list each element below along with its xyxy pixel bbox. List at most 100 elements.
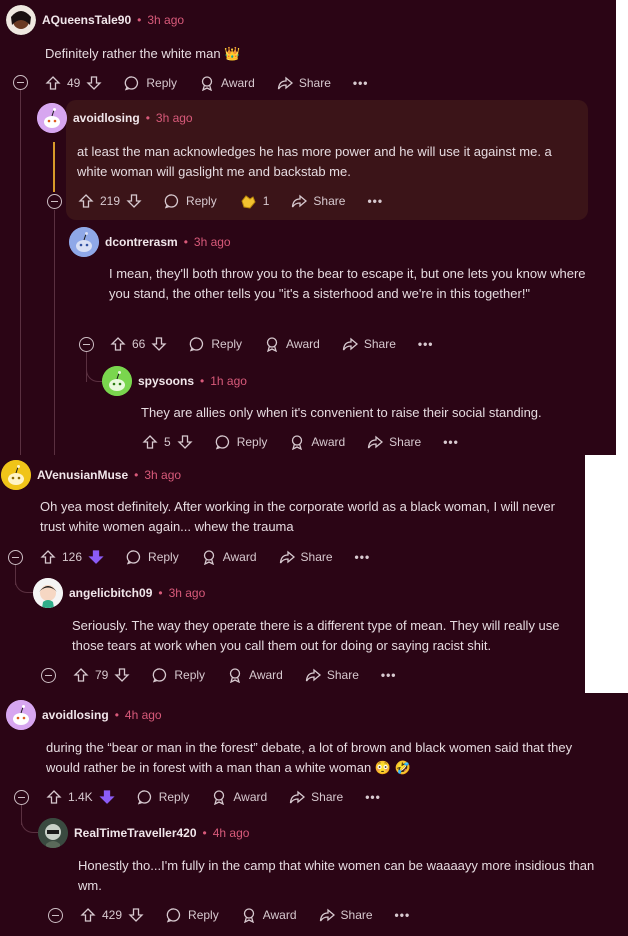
separator-dot: • <box>158 586 163 600</box>
username[interactable]: dcontrerasm <box>105 235 178 249</box>
share-button[interactable]: Share <box>277 75 331 91</box>
username[interactable]: RealTimeTraveller420 <box>74 826 197 840</box>
reply-button[interactable]: Reply <box>137 789 189 805</box>
share-button[interactable]: Share <box>279 549 333 565</box>
more-options-button[interactable]: ••• <box>365 790 381 804</box>
comment: AVenusianMuse • 3h ago Oh yea most defin… <box>1 460 581 537</box>
avatar[interactable] <box>37 103 67 133</box>
reply-button[interactable]: Reply <box>189 336 242 352</box>
more-options-button[interactable]: ••• <box>418 337 434 351</box>
share-button[interactable]: Share <box>291 193 345 209</box>
vote-count: 126 <box>62 550 83 564</box>
timestamp[interactable]: 3h ago <box>169 586 206 600</box>
username[interactable]: avoidlosing <box>73 111 140 125</box>
reply-icon <box>126 550 141 565</box>
timestamp[interactable]: 3h ago <box>147 13 184 27</box>
upvote-icon[interactable] <box>80 907 96 923</box>
share-icon <box>342 337 358 351</box>
reply-button[interactable]: Reply <box>124 75 177 91</box>
award-label: Award <box>249 668 283 682</box>
more-options-button[interactable]: ••• <box>355 550 371 564</box>
award-button[interactable]: Award <box>201 549 257 565</box>
award-button[interactable]: Award <box>227 667 283 683</box>
share-button[interactable]: Share <box>305 667 359 683</box>
avatar[interactable] <box>6 5 36 35</box>
comment: angelicbitch09 • 3h ago Seriously. The w… <box>33 578 583 656</box>
username[interactable]: AQueensTale90 <box>42 13 131 27</box>
downvote-icon-active[interactable] <box>99 789 115 805</box>
avatar[interactable] <box>69 227 99 257</box>
upvote-icon[interactable] <box>110 336 126 352</box>
downvote-icon[interactable] <box>86 75 102 91</box>
white-margin-top <box>616 0 628 455</box>
downvote-icon[interactable] <box>177 434 193 450</box>
username[interactable]: angelicbitch09 <box>69 586 152 600</box>
upvote-icon[interactable] <box>45 75 61 91</box>
avatar[interactable] <box>33 578 63 608</box>
share-label: Share <box>300 550 333 564</box>
share-button[interactable]: Share <box>319 907 373 923</box>
upvote-icon[interactable] <box>40 549 56 565</box>
award-button[interactable]: Award <box>264 336 320 352</box>
timestamp[interactable]: 4h ago <box>125 708 162 722</box>
collapse-button[interactable] <box>48 908 63 923</box>
username[interactable]: avoidlosing <box>42 708 109 722</box>
collapse-button[interactable] <box>47 194 62 209</box>
reply-button[interactable]: Reply <box>215 434 268 450</box>
more-options-button[interactable]: ••• <box>381 668 397 682</box>
vote-count: 5 <box>164 435 171 449</box>
reply-label: Reply <box>236 435 268 449</box>
collapse-button[interactable] <box>79 337 94 352</box>
downvote-icon[interactable] <box>114 667 130 683</box>
award-button[interactable]: Award <box>241 907 297 923</box>
username[interactable]: AVenusianMuse <box>37 468 128 482</box>
more-options-button[interactable]: ••• <box>395 908 411 922</box>
upvote-icon[interactable] <box>142 434 158 450</box>
reply-button[interactable]: Reply <box>164 193 217 209</box>
timestamp[interactable]: 3h ago <box>144 468 181 482</box>
award-label: Award <box>222 550 257 564</box>
downvote-icon[interactable] <box>151 336 167 352</box>
award-button[interactable]: Award <box>199 75 255 91</box>
award-button[interactable]: Award <box>289 434 345 450</box>
award-label: Award <box>221 76 255 90</box>
upvote-icon[interactable] <box>73 667 89 683</box>
comment-actions: 219 Reply 1 Share ••• <box>78 188 405 214</box>
award-button[interactable]: 1 <box>239 193 269 209</box>
timestamp[interactable]: 1h ago <box>210 374 247 388</box>
award-button[interactable]: Award <box>211 789 267 805</box>
timestamp[interactable]: 4h ago <box>213 826 250 840</box>
share-button[interactable]: Share <box>367 434 421 450</box>
share-button[interactable]: Share <box>289 789 343 805</box>
reply-button[interactable]: Reply <box>166 907 219 923</box>
reply-label: Reply <box>148 550 179 564</box>
vote-count: 79 <box>95 668 109 682</box>
timestamp[interactable]: 3h ago <box>156 111 193 125</box>
share-button[interactable]: Share <box>342 336 396 352</box>
username[interactable]: spysoons <box>138 374 194 388</box>
more-options-button[interactable]: ••• <box>367 194 383 208</box>
collapse-button[interactable] <box>41 668 56 683</box>
avatar[interactable] <box>1 460 31 490</box>
reply-button[interactable]: Reply <box>152 667 205 683</box>
downvote-icon[interactable] <box>126 193 142 209</box>
share-label: Share <box>340 908 373 922</box>
avatar[interactable] <box>38 818 68 848</box>
downvote-icon[interactable] <box>128 907 144 923</box>
upvote-icon[interactable] <box>46 789 62 805</box>
collapse-button[interactable] <box>14 790 29 805</box>
timestamp[interactable]: 3h ago <box>194 235 231 249</box>
vote-count: 429 <box>102 908 123 922</box>
more-options-button[interactable]: ••• <box>443 435 459 449</box>
reply-button[interactable]: Reply <box>126 549 179 565</box>
avatar[interactable] <box>102 366 132 396</box>
upvote-icon[interactable] <box>78 193 94 209</box>
comment-body: Definitely rather the white man 👑 <box>45 46 241 61</box>
comment-header: spysoons • 1h ago <box>102 366 602 396</box>
collapse-button[interactable] <box>13 75 28 90</box>
avatar[interactable] <box>6 700 36 730</box>
downvote-icon-active[interactable] <box>88 549 104 565</box>
collapse-button[interactable] <box>8 550 23 565</box>
more-options-button[interactable]: ••• <box>353 76 369 90</box>
comment-header: avoidlosing • 3h ago <box>37 103 582 133</box>
